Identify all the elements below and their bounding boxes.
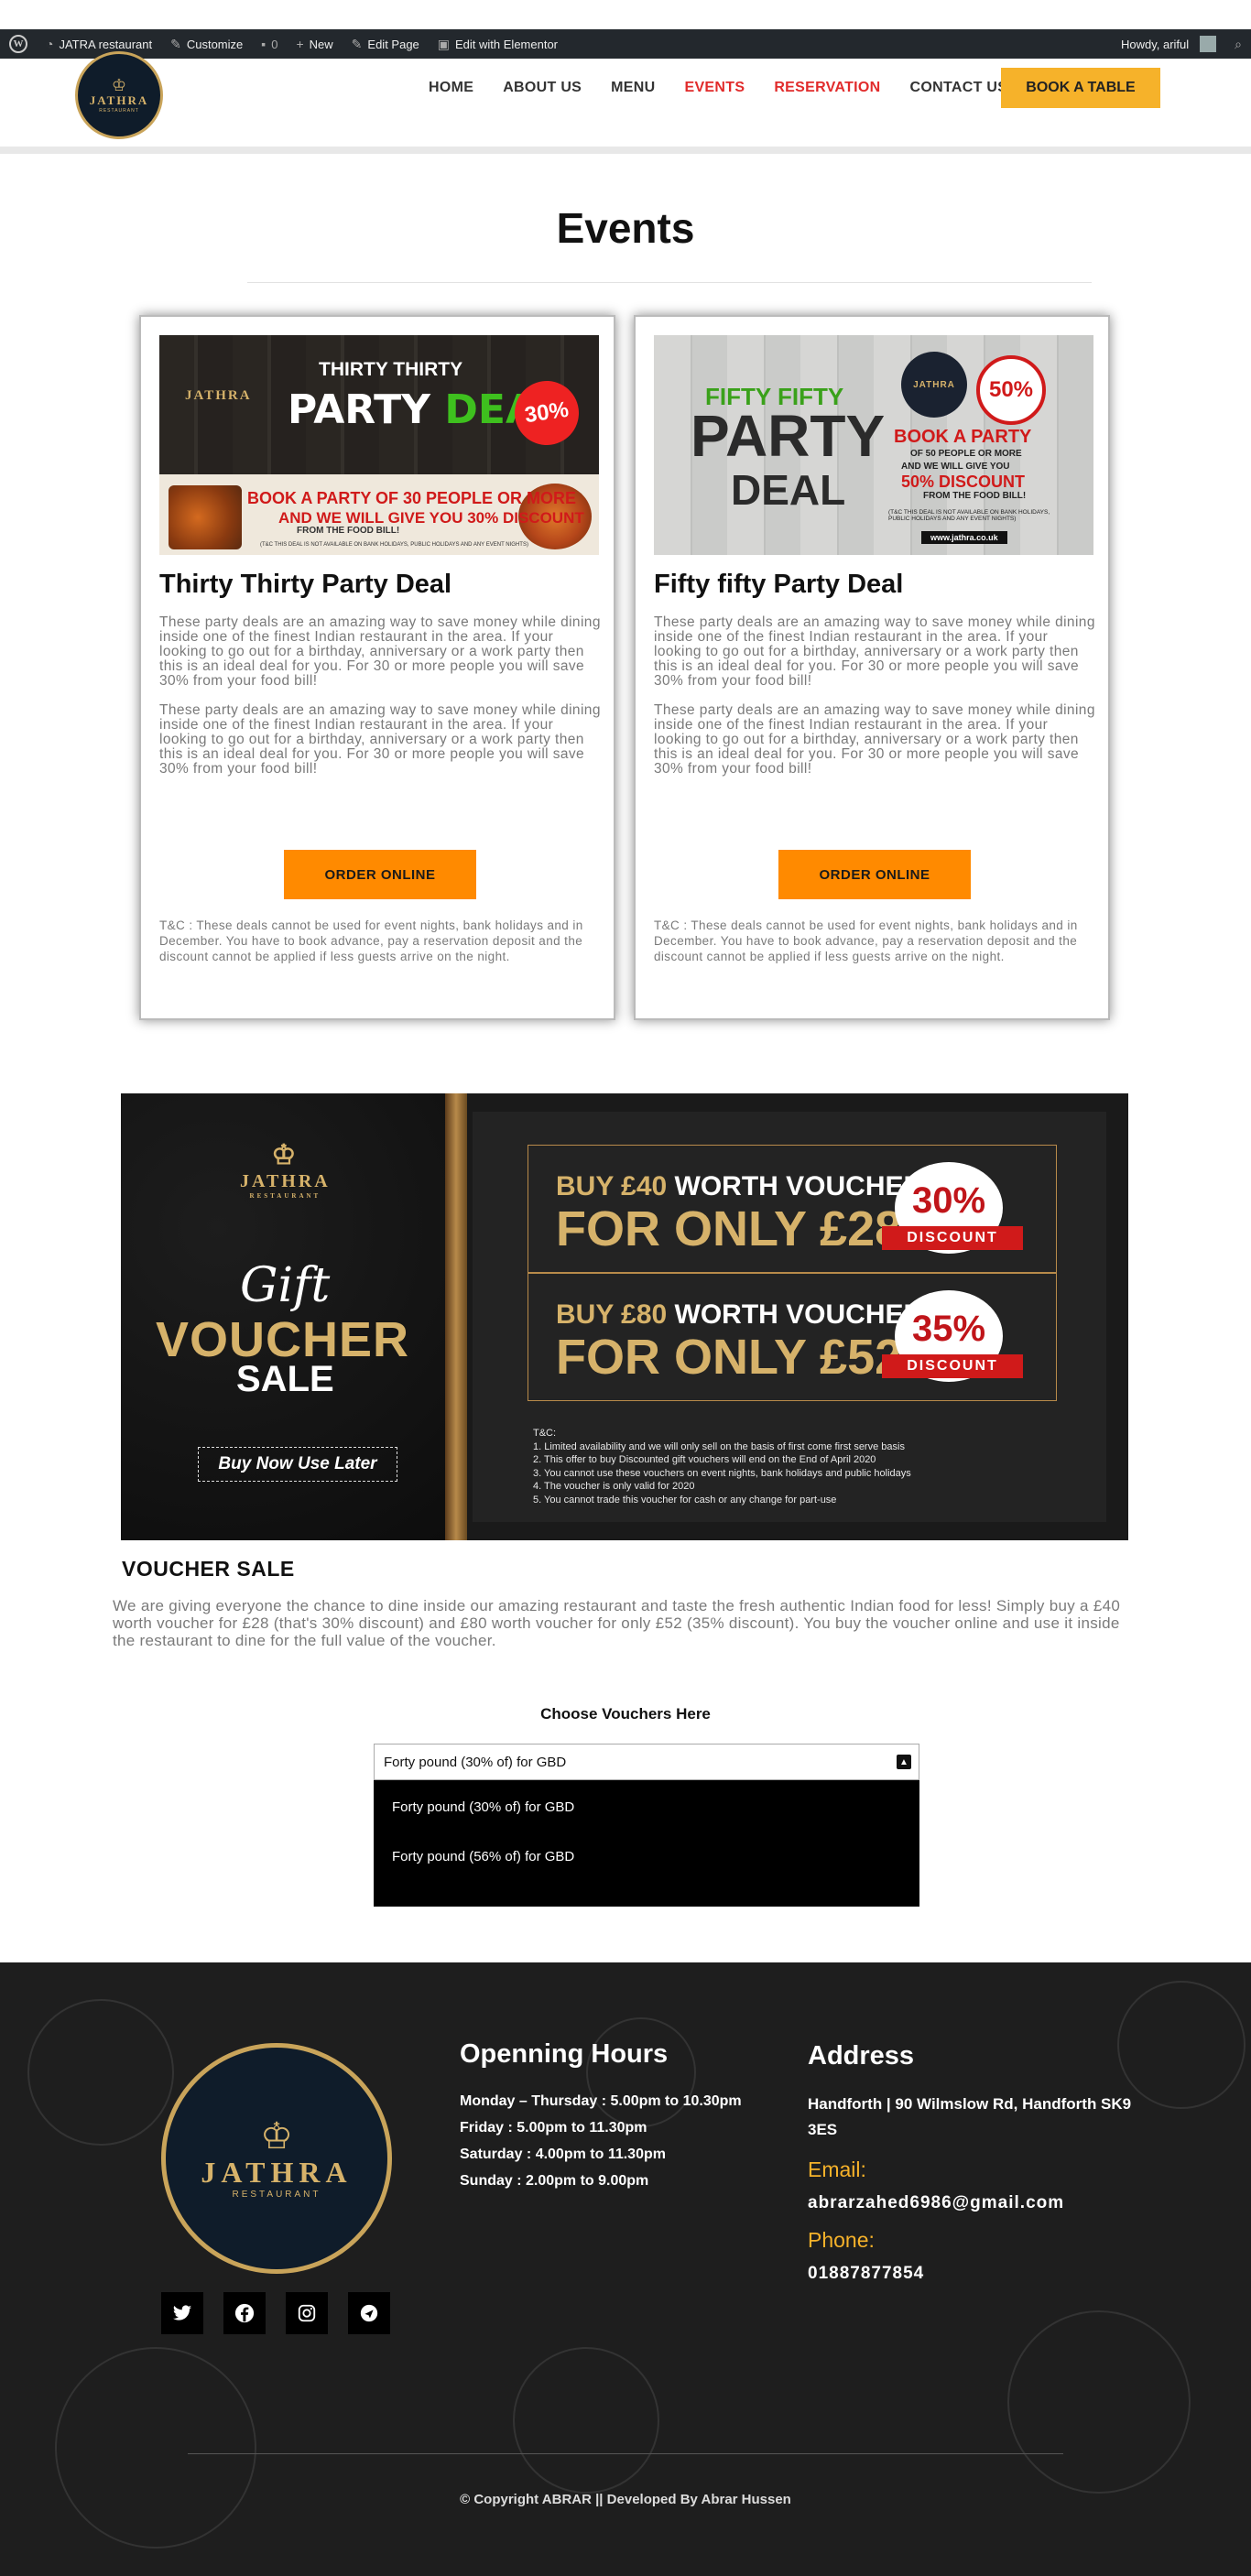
facebook-link[interactable] bbox=[223, 2292, 266, 2334]
card-title: Fifty fifty Party Deal bbox=[654, 570, 904, 599]
facebook-icon bbox=[234, 2303, 255, 2323]
order-online-button[interactable]: ORDER ONLINE bbox=[778, 850, 971, 899]
search-button[interactable]: ⌕ bbox=[1225, 29, 1251, 59]
address-block: Address Handforth | 90 Wilmslow Rd, Hand… bbox=[808, 2041, 1137, 2284]
buy-now-label: Buy Now Use Later bbox=[198, 1447, 397, 1482]
nav-menu[interactable]: MENU bbox=[596, 80, 669, 96]
edit-page-link[interactable]: ✎ Edit Page bbox=[343, 29, 429, 59]
site-logo[interactable]: ♔ JATHRA RESTAURANT bbox=[75, 51, 163, 139]
card-description: These party deals are an amazing way to … bbox=[654, 614, 1095, 777]
customize-link[interactable]: ✎ Customize bbox=[161, 29, 252, 59]
main-nav: HOME ABOUT US MENU EVENTS RESERVATION CO… bbox=[414, 59, 1022, 117]
nav-home[interactable]: HOME bbox=[414, 80, 488, 96]
pencil-icon: ✎ bbox=[351, 36, 363, 51]
footer-divider bbox=[188, 2453, 1063, 2454]
voucher-option[interactable]: Forty pound (56% of) for GBD bbox=[374, 1831, 919, 1881]
crest-icon: ♔ bbox=[111, 76, 127, 94]
thirty-thirty-banner-image: JATHRA THIRTY THIRTY PARTY DEAL 30% BOOK… bbox=[159, 335, 599, 555]
site-footer: ♔ JATHRA RESTAURANT Openning Hours Monda… bbox=[0, 1962, 1251, 2576]
header-divider bbox=[0, 147, 1251, 154]
twitter-icon bbox=[172, 2305, 192, 2321]
voucher-logo: ♔ JATHRA RESTAURANT bbox=[240, 1140, 331, 1200]
twitter-link[interactable] bbox=[161, 2292, 203, 2334]
voucher-select[interactable]: Forty pound (30% of) for GBD ▲ bbox=[374, 1744, 919, 1780]
terms-text: T&C : These deals cannot be used for eve… bbox=[159, 918, 583, 963]
terms-text: T&C : These deals cannot be used for eve… bbox=[654, 918, 1078, 963]
fifty-fifty-banner-image: FIFTY FIFTY PARTY DEAL JATHRA 50% BOOK A… bbox=[654, 335, 1093, 555]
comments-link[interactable]: ▪ 0 bbox=[252, 29, 287, 59]
voucher-sale-description: We are giving everyone the chance to din… bbox=[113, 1597, 1121, 1649]
voucher-terms: T&C: 1. Limited availability and we will… bbox=[533, 1428, 911, 1505]
nav-about-us[interactable]: ABOUT US bbox=[488, 80, 596, 96]
search-icon: ⌕ bbox=[1235, 36, 1242, 51]
chevron-up-icon: ▲ bbox=[897, 1755, 911, 1769]
copyright: © Copyright ABRAR || Developed By Abrar … bbox=[460, 2492, 791, 2507]
page-title: Events bbox=[556, 204, 695, 252]
email-link[interactable]: abrarzahed6986@gmail.com bbox=[808, 2193, 1137, 2213]
food-image bbox=[169, 485, 242, 549]
voucher-sale-heading: VOUCHER SALE bbox=[122, 1557, 295, 1581]
gift-voucher-banner-image: ♔ JATHRA RESTAURANT Gift VOUCHER SALE Bu… bbox=[121, 1093, 1128, 1540]
site-name-link[interactable]: ◔ JATRA restaurant bbox=[37, 29, 161, 59]
nav-reservation[interactable]: RESERVATION bbox=[759, 80, 895, 96]
voucher-offer: BUY £40 WORTH VOUCHER FOR ONLY £28 30% D… bbox=[528, 1145, 1057, 1273]
wordpress-menu[interactable]: W bbox=[0, 29, 37, 59]
choose-vouchers-label: Choose Vouchers Here bbox=[540, 1705, 711, 1723]
footer-logo: ♔ JATHRA RESTAURANT bbox=[161, 2043, 392, 2274]
wordpress-logo-icon: W bbox=[9, 35, 27, 53]
brush-icon: ✎ bbox=[170, 36, 181, 51]
crest-icon: ♔ bbox=[271, 1140, 299, 1170]
phone-link[interactable]: 01887877854 bbox=[808, 2264, 1137, 2284]
card-title: Thirty Thirty Party Deal bbox=[159, 570, 452, 599]
book-table-button[interactable]: BOOK A TABLE bbox=[1001, 68, 1160, 108]
tripadvisor-icon bbox=[360, 2304, 378, 2322]
nav-events[interactable]: EVENTS bbox=[669, 80, 759, 96]
voucher-offer: BUY £80 WORTH VOUCHER FOR ONLY £52 35% D… bbox=[528, 1273, 1057, 1401]
site-header: ♔ JATHRA RESTAURANT HOME ABOUT US MENU E… bbox=[0, 51, 1251, 154]
card-description: These party deals are an amazing way to … bbox=[159, 614, 601, 777]
opening-hours: Openning Hours Monday – Thursday : 5.00p… bbox=[460, 2039, 742, 2190]
event-card-thirty: JATHRA THIRTY THIRTY PARTY DEAL 30% BOOK… bbox=[139, 315, 615, 1020]
voucher-option[interactable]: Forty pound (30% of) for GBD bbox=[374, 1782, 919, 1831]
elementor-icon: ▣ bbox=[437, 36, 451, 51]
dashboard-icon: ◔ bbox=[46, 37, 54, 51]
title-divider bbox=[247, 282, 1092, 283]
elementor-link[interactable]: ▣ Edit with Elementor bbox=[429, 29, 567, 59]
crest-icon: ♔ bbox=[260, 2116, 293, 2157]
social-links bbox=[161, 2292, 390, 2334]
plus-icon: + bbox=[296, 37, 304, 51]
order-online-button[interactable]: ORDER ONLINE bbox=[284, 850, 476, 899]
event-card-fifty: FIFTY FIFTY PARTY DEAL JATHRA 50% BOOK A… bbox=[634, 315, 1110, 1020]
comment-icon: ▪ bbox=[261, 37, 267, 51]
instagram-link[interactable] bbox=[286, 2292, 328, 2334]
admin-bar: W ◔ JATRA restaurant ✎ Customize ▪ 0 + New ✎… bbox=[0, 29, 1251, 59]
new-content-link[interactable]: + New bbox=[287, 29, 342, 59]
voucher-options-list: Forty pound (30% of) for GBD Forty pound… bbox=[374, 1780, 919, 1907]
tripadvisor-link[interactable] bbox=[348, 2292, 390, 2334]
account-menu[interactable]: Howdy, ariful bbox=[1112, 29, 1225, 59]
avatar bbox=[1200, 36, 1217, 52]
instagram-icon bbox=[298, 2304, 316, 2322]
